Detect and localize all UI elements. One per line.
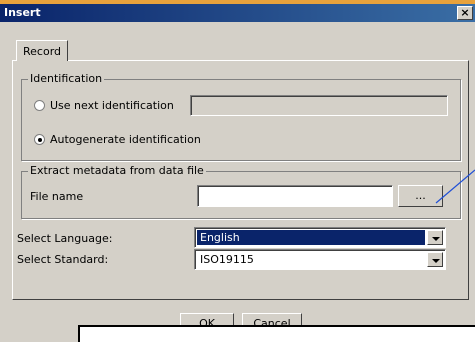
identification-group: Identification Use next identification A… <box>21 72 461 161</box>
insert-dialog: Insert × Record Identification Use next … <box>0 4 475 342</box>
extract-metadata-legend: Extract metadata from data file <box>28 164 206 177</box>
language-select[interactable]: English <box>194 227 446 248</box>
browse-button[interactable]: ... <box>398 185 443 207</box>
identification-legend: Identification <box>28 72 105 85</box>
file-name-label: File name <box>30 190 84 203</box>
title-bar[interactable]: Insert × <box>0 4 475 22</box>
standard-value: ISO19115 <box>200 253 254 266</box>
close-icon: × <box>460 6 470 19</box>
file-name-input[interactable] <box>197 185 393 207</box>
use-next-label: Use next identification <box>50 99 174 112</box>
close-button[interactable]: × <box>457 6 473 20</box>
record-tab-panel: Identification Use next identification A… <box>12 60 469 300</box>
chevron-down-icon[interactable] <box>427 230 443 245</box>
standard-select[interactable]: ISO19115 <box>194 249 446 270</box>
tab-record-label: Record <box>23 45 62 58</box>
dialog-title: Insert <box>4 6 41 19</box>
tooltip-box <box>78 325 475 342</box>
select-language-label: Select Language: <box>17 232 113 245</box>
tab-record[interactable]: Record <box>16 40 68 61</box>
select-standard-label: Select Standard: <box>17 253 109 266</box>
extract-metadata-group: Extract metadata from data file File nam… <box>21 164 461 219</box>
chevron-down-icon[interactable] <box>427 252 443 267</box>
autogenerate-label: Autogenerate identification <box>50 133 201 146</box>
use-next-radio[interactable] <box>34 100 45 111</box>
language-value: English <box>197 230 425 245</box>
browse-label: ... <box>415 189 426 202</box>
autogenerate-radio[interactable] <box>34 134 45 145</box>
use-next-id-field[interactable] <box>190 95 448 116</box>
